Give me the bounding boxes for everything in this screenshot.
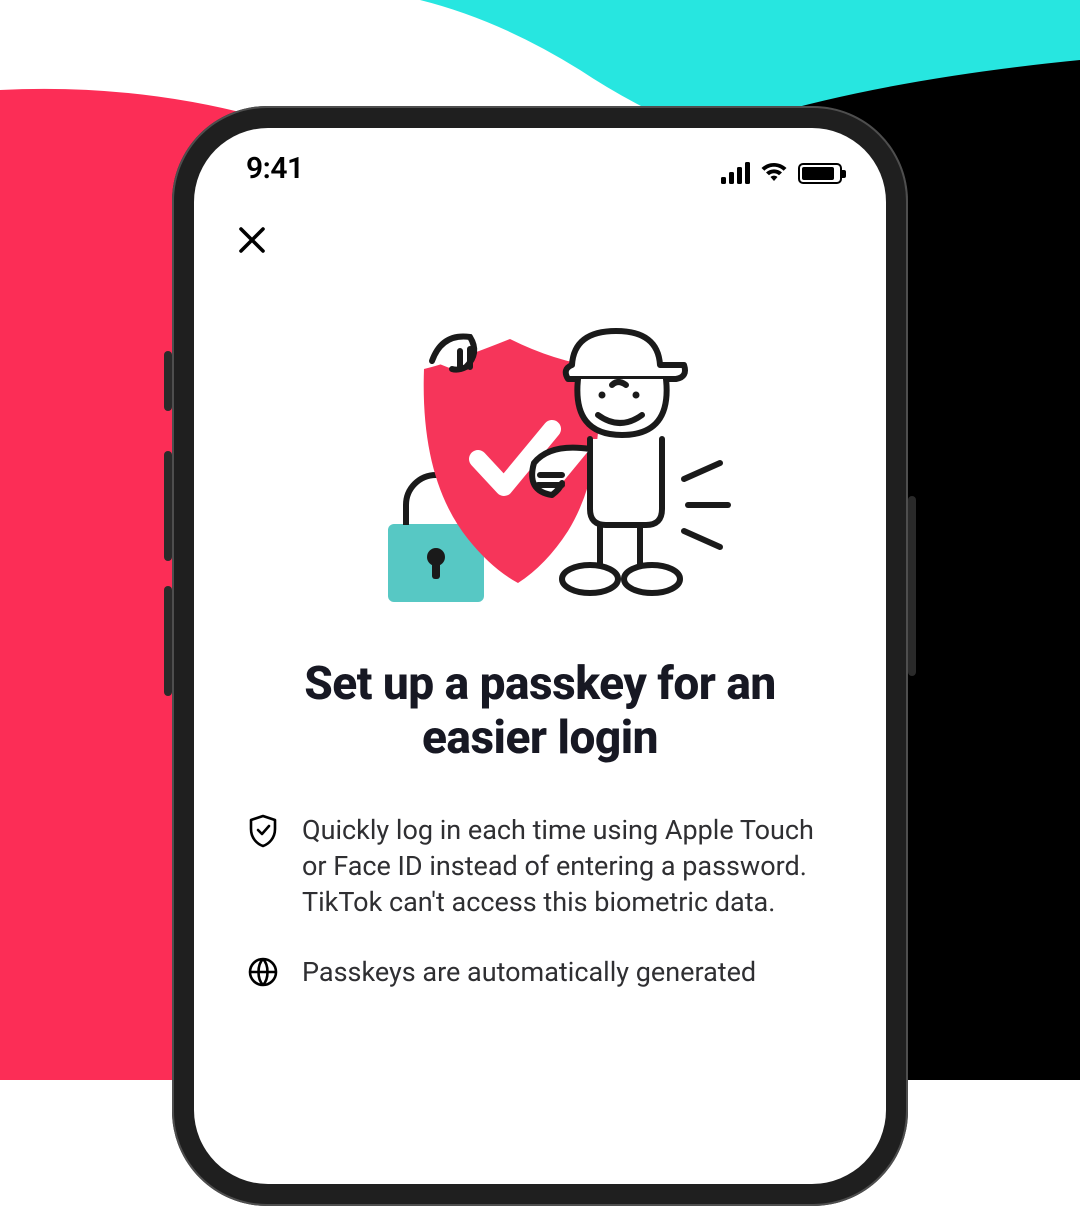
status-tray [721,160,842,186]
phone-frame: 9:41 [172,106,908,1206]
phone-screen: 9:41 [194,128,886,1184]
benefit-text: Quickly log in each time using Apple Tou… [302,812,834,921]
benefit-item: Passkeys are automatically generated [246,954,834,990]
cellular-icon [721,162,750,184]
close-button[interactable] [230,218,274,265]
benefit-text: Passkeys are automatically generated [302,954,756,990]
status-bar: 9:41 [194,128,886,190]
phone-power-button [908,496,916,676]
status-time: 9:41 [246,151,304,186]
benefit-item: Quickly log in each time using Apple Tou… [246,812,834,921]
benefits-list: Quickly log in each time using Apple Tou… [194,766,886,991]
hero-illustration [194,265,886,639]
phone-volume-up [164,451,172,561]
globe-icon [246,954,280,990]
battery-icon [798,163,842,184]
phone-volume-down [164,586,172,696]
phone-silence-switch [164,351,172,411]
shield-check-icon [246,812,280,921]
wifi-icon [759,160,789,186]
page-title: Set up a passkey for an easier login [194,639,886,766]
close-icon [236,244,268,259]
